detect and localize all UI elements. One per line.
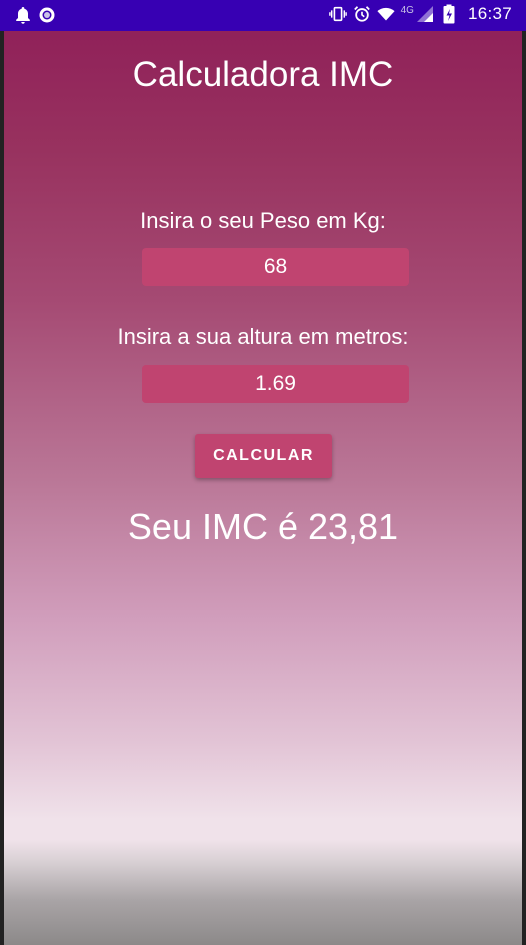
wifi-icon [377,5,395,23]
height-input[interactable] [142,365,409,403]
vibrate-icon [328,5,347,23]
weight-label: Insira o seu Peso em Kg: [140,208,386,233]
screen-edge-right [522,0,526,945]
network-type-label: 4G [400,4,414,16]
status-bar: 4G 16:37 [0,0,526,31]
weight-input[interactable] [142,248,409,286]
height-label: Insira a sua altura em metros: [117,324,409,349]
notification-bell-icon [14,6,32,24]
bmi-result-text: Seu IMC é 23,81 [127,506,399,547]
signal-icon [416,5,434,23]
calculate-button[interactable]: CALCULAR [195,434,332,478]
status-time: 16:37 [467,4,512,23]
page-title: Calculadora IMC [132,55,394,94]
screen-edge-left [0,0,4,945]
circle-app-icon [38,6,56,24]
battery-icon [440,4,458,24]
alarm-icon [353,5,371,23]
